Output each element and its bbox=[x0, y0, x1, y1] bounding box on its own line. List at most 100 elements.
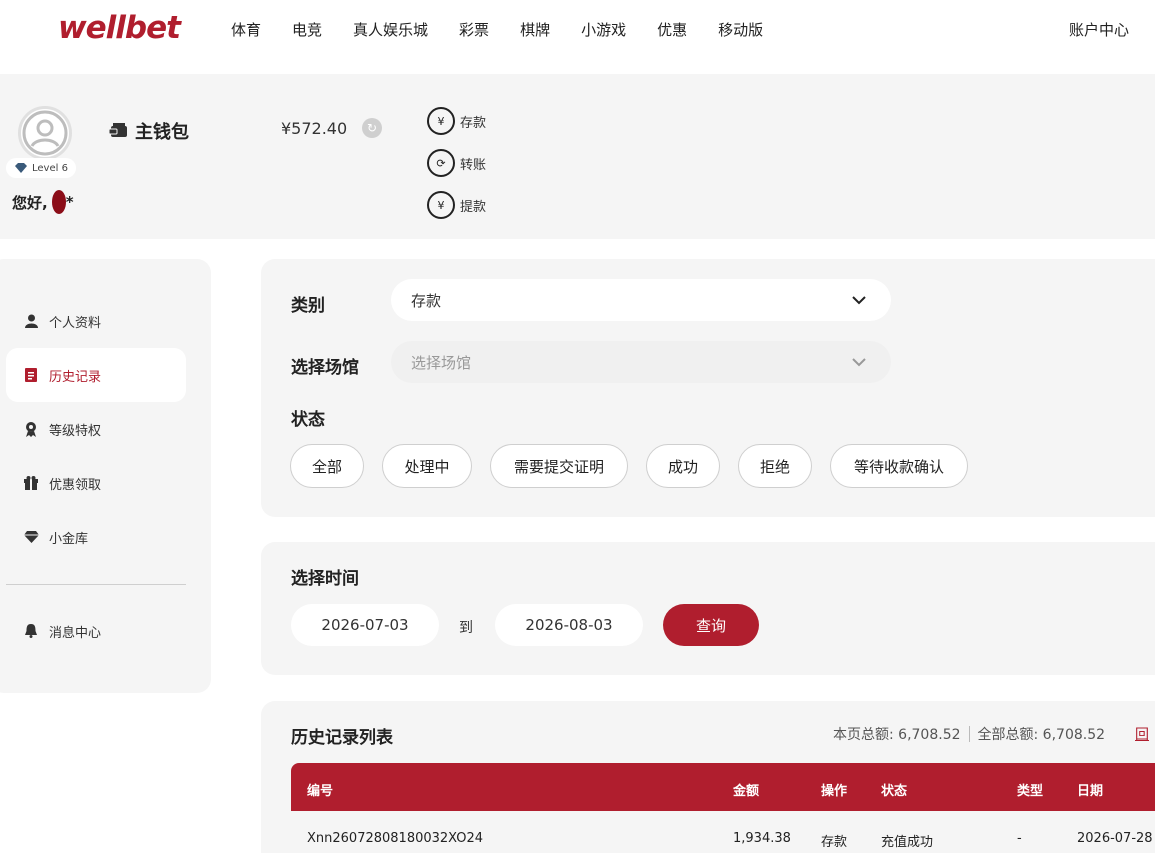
query-button[interactable]: 查询 bbox=[663, 604, 759, 646]
diamond-icon bbox=[23, 531, 39, 543]
column-header-id: 编号 bbox=[307, 784, 334, 799]
medal-icon bbox=[23, 421, 39, 437]
return-link[interactable]: 回​ bbox=[1135, 724, 1149, 744]
cell-status: 充值成功 bbox=[881, 835, 934, 850]
sidebar-divider bbox=[6, 584, 186, 585]
column-header-amount: 金额 bbox=[733, 784, 760, 799]
cell-operation: 存款 bbox=[821, 835, 848, 850]
cell-type: - bbox=[1017, 831, 1022, 846]
nav-item-mobile[interactable]: 移动版 bbox=[718, 19, 763, 40]
account-center-link[interactable]: 账户中心 bbox=[1069, 19, 1129, 40]
withdraw-label: 提款 bbox=[460, 199, 487, 215]
cell-id: Xnn26072808180032XO24 bbox=[307, 831, 484, 846]
level-gem-icon bbox=[15, 163, 27, 173]
filter-panel: 类别 存款 选择场馆 选择场馆 状态 全部 处理中 需要提交证明 成功 拒绝 等… bbox=[261, 259, 1155, 517]
sidebar-item-label: 优惠领取 bbox=[49, 477, 102, 493]
nav-item-promotions[interactable]: 优惠 bbox=[657, 19, 687, 40]
transfer-label: 转账 bbox=[460, 157, 487, 173]
bell-icon bbox=[23, 624, 39, 638]
user-icon bbox=[23, 314, 39, 328]
nav-item-lottery[interactable]: 彩票 bbox=[459, 19, 489, 40]
page-total: 本页总额: 6,708.52 bbox=[833, 727, 961, 743]
category-select[interactable]: 存款 bbox=[391, 279, 891, 321]
chevron-down-icon bbox=[852, 358, 866, 367]
wallet-header: Level 6 您好, * 主钱包 ¥572.40 ↻ ¥ 存款 ⟳ 转账 ¥ … bbox=[0, 74, 1155, 239]
cell-date: 2026-07-28 bbox=[1077, 831, 1153, 846]
sidebar-item-vip[interactable]: 等级特权 bbox=[6, 402, 186, 456]
deposit-action[interactable]: ¥ 存款 bbox=[427, 106, 486, 136]
withdraw-action[interactable]: ¥ 提款 bbox=[427, 190, 486, 220]
column-header-operation: 操作 bbox=[821, 784, 848, 799]
venue-placeholder: 选择场馆 bbox=[411, 353, 472, 372]
level-badge: Level 6 bbox=[6, 158, 76, 178]
main-nav: 体育 电竞 真人娱乐城 彩票 棋牌 小游戏 优惠 移动版 bbox=[231, 19, 794, 40]
status-chip-all[interactable]: 全部 bbox=[290, 444, 364, 488]
status-chip-awaiting-confirmation[interactable]: 等待收款确认 bbox=[830, 444, 968, 488]
withdraw-icon: ¥ bbox=[427, 191, 455, 219]
greeting-text: 您好, bbox=[12, 193, 48, 212]
redacted-username bbox=[51, 190, 66, 214]
nav-item-board-games[interactable]: 棋牌 bbox=[520, 19, 550, 40]
wallet-title-text: 主钱包 bbox=[135, 122, 189, 143]
start-date-input[interactable]: 2026-07-03 bbox=[291, 604, 439, 646]
all-total: 全部总额: 6,708.52 bbox=[977, 727, 1106, 743]
sidebar-item-label: 个人资料 bbox=[49, 315, 102, 331]
history-title: 历史记录列表 bbox=[291, 728, 393, 748]
greeting-suffix: * bbox=[65, 193, 74, 211]
column-header-status: 状态 bbox=[881, 784, 908, 799]
nav-item-mini-games[interactable]: 小游戏 bbox=[581, 19, 626, 40]
nav-item-esports[interactable]: 电竞 bbox=[292, 19, 322, 40]
deposit-label: 存款 bbox=[460, 115, 487, 131]
user-avatar-icon bbox=[22, 110, 68, 156]
column-header-type: 类型 bbox=[1017, 784, 1044, 799]
wellbet-logo[interactable]: wellbet bbox=[58, 10, 181, 46]
sidebar-item-vault[interactable]: 小金库 bbox=[6, 510, 186, 564]
history-panel: 历史记录列表 本页总额: 6,708.52 全部总额: 6,708.52 回​ … bbox=[261, 701, 1155, 853]
sidebar-item-label: 消息中心 bbox=[49, 625, 102, 641]
top-navbar: wellbet 体育 电竞 真人娱乐城 彩票 棋牌 小游戏 优惠 移动版 账户中… bbox=[0, 0, 1155, 74]
gift-icon bbox=[23, 476, 39, 490]
venue-select[interactable]: 选择场馆 bbox=[391, 341, 891, 383]
sidebar-item-promo[interactable]: 优惠领取 bbox=[6, 456, 186, 510]
date-range-separator: 到 bbox=[459, 620, 473, 636]
level-text: Level 6 bbox=[32, 162, 68, 174]
totals-divider bbox=[968, 726, 970, 742]
end-date-input[interactable]: 2026-08-03 bbox=[495, 604, 643, 646]
time-panel: 选择时间 2026-07-03 到 2026-08-03 查询 bbox=[261, 542, 1155, 675]
nav-item-sports[interactable]: 体育 bbox=[231, 19, 261, 40]
status-chip-rejected[interactable]: 拒绝 bbox=[738, 444, 812, 488]
table-header: 编号 金额 操作 状态 类型 日期 bbox=[291, 763, 1155, 811]
wallet-balance: ¥572.40 bbox=[281, 119, 348, 138]
sidebar: 个人资料 历史记录 等级特权 优惠领取 小金库 消息中心 bbox=[0, 259, 211, 693]
transfer-action[interactable]: ⟳ 转账 bbox=[427, 148, 486, 178]
greeting: 您好, * bbox=[12, 190, 74, 214]
status-chip-success[interactable]: 成功 bbox=[646, 444, 720, 488]
transfer-icon: ⟳ bbox=[427, 149, 455, 177]
wallet-icon bbox=[109, 123, 127, 137]
status-chip-processing[interactable]: 处理中 bbox=[382, 444, 472, 488]
status-label: 状态 bbox=[291, 410, 325, 430]
time-label: 选择时间 bbox=[291, 569, 359, 589]
wallet-actions: ¥ 存款 ⟳ 转账 ¥ 提款 bbox=[427, 106, 486, 232]
totals-summary: 本页总额: 6,708.52 全部总额: 6,708.52 bbox=[833, 724, 1105, 744]
deposit-icon: ¥ bbox=[427, 107, 455, 135]
category-value: 存款 bbox=[411, 291, 442, 310]
sidebar-item-label: 小金库 bbox=[49, 531, 89, 547]
status-chip-proof-required[interactable]: 需要提交证明 bbox=[490, 444, 628, 488]
sidebar-item-profile[interactable]: 个人资料 bbox=[6, 294, 186, 348]
venue-label: 选择场馆 bbox=[291, 358, 359, 378]
main-wallet-title: 主钱包 bbox=[109, 118, 189, 144]
sidebar-item-history[interactable]: 历史记录 bbox=[6, 348, 186, 402]
avatar[interactable] bbox=[18, 106, 72, 160]
table-row[interactable]: Xnn26072808180032XO24 1,934.38 存款 充值成功 -… bbox=[291, 811, 1155, 853]
sidebar-item-label: 等级特权 bbox=[49, 423, 102, 439]
column-header-date: 日期 bbox=[1077, 784, 1104, 799]
history-icon bbox=[23, 368, 39, 382]
refresh-balance-icon[interactable]: ↻ bbox=[362, 118, 382, 138]
nav-item-live-casino[interactable]: 真人娱乐城 bbox=[353, 19, 428, 40]
sidebar-item-label: 历史记录 bbox=[49, 369, 102, 385]
chevron-down-icon bbox=[852, 296, 866, 305]
cell-amount: 1,934.38 bbox=[733, 831, 791, 846]
sidebar-item-messages[interactable]: 消息中心 bbox=[6, 604, 186, 658]
category-label: 类别 bbox=[291, 296, 325, 316]
